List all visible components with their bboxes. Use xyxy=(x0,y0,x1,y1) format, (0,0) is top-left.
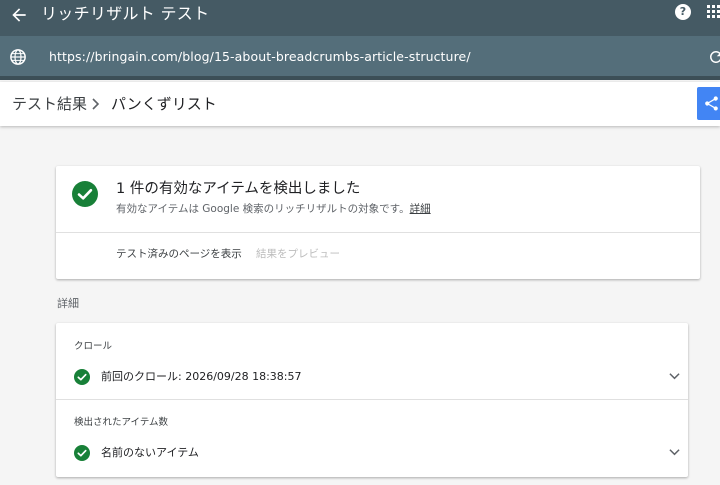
detected-item-row[interactable]: 名前のないアイテム xyxy=(56,436,688,470)
learn-more-link[interactable]: 詳細 xyxy=(410,203,431,215)
breadcrumb: テスト結果 パンくずリスト xyxy=(0,82,720,126)
details-section-label: 詳細 xyxy=(57,297,79,310)
details-card: クロール 前回のクロール: 2026/09/28 18:38:57 検出されたア… xyxy=(56,323,688,477)
help-icon[interactable]: ? xyxy=(675,4,691,20)
summary-headline: 1 件の有効なアイテムを検出しました xyxy=(116,181,361,197)
refresh-icon[interactable] xyxy=(707,48,720,66)
chevron-right-icon xyxy=(92,98,100,110)
summary-card: 1 件の有効なアイテムを検出しました 有効なアイテムは Google 検索のリッ… xyxy=(56,166,700,279)
url-bar: https://bringain.com/blog/15-about-bread… xyxy=(0,36,720,80)
check-circle-icon xyxy=(74,445,90,461)
breadcrumb-current: パンくずリスト xyxy=(111,95,217,113)
app-title: リッチリザルト テスト xyxy=(41,4,210,23)
check-circle-icon xyxy=(72,181,98,207)
share-icon xyxy=(705,96,718,111)
apps-grid-icon[interactable] xyxy=(707,5,720,19)
preview-results-button: 結果をプレビュー xyxy=(256,248,340,260)
crawl-status: 前回のクロール: 2026/09/28 18:38:57 xyxy=(101,370,302,383)
detected-item-name: 名前のないアイテム xyxy=(101,446,199,459)
summary-subtext: 有効なアイテムは Google 検索のリッチリザルトの対象です。詳細 xyxy=(116,203,431,215)
chevron-down-icon[interactable] xyxy=(669,372,680,380)
arrow-back-icon[interactable] xyxy=(9,5,29,25)
check-circle-icon xyxy=(74,369,90,385)
share-button[interactable] xyxy=(697,87,720,120)
app-bar: リッチリザルト テスト ? xyxy=(0,0,720,36)
chevron-down-icon[interactable] xyxy=(669,448,680,456)
view-tested-page-button[interactable]: テスト済みのページを表示 xyxy=(116,246,242,262)
tested-url: https://bringain.com/blog/15-about-bread… xyxy=(49,49,471,64)
breadcrumb-parent-link[interactable]: テスト結果 xyxy=(12,94,87,114)
divider xyxy=(56,232,700,233)
divider xyxy=(56,399,688,400)
globe-icon xyxy=(10,49,26,65)
crawl-row[interactable]: 前回のクロール: 2026/09/28 18:38:57 xyxy=(56,360,688,394)
detected-items-caption: 検出されたアイテム数 xyxy=(74,417,169,428)
crawl-caption: クロール xyxy=(74,341,113,352)
